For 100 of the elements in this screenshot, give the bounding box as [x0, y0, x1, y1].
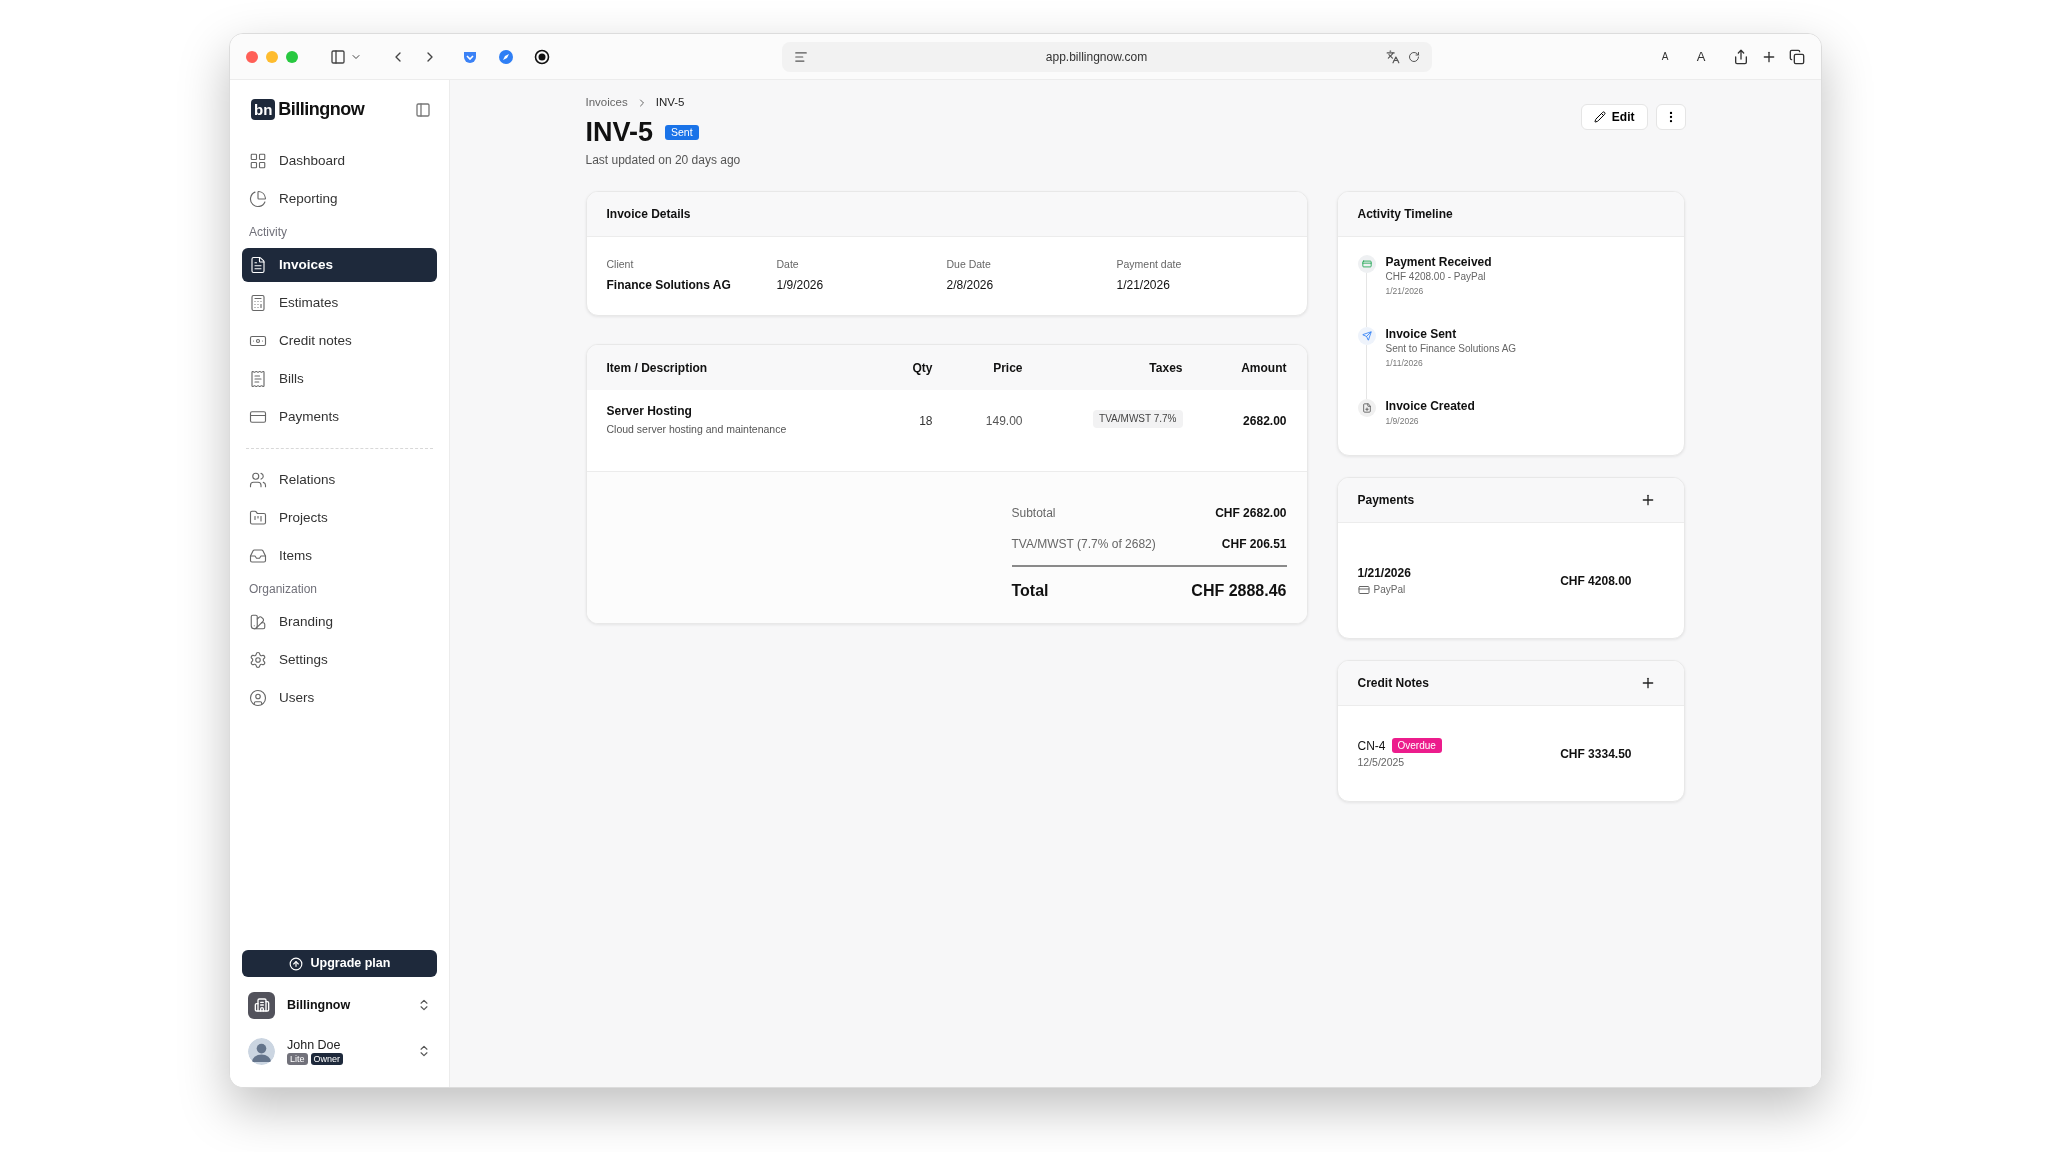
nav-item[interactable]: Settings: [242, 643, 437, 677]
document-icon: [249, 256, 267, 274]
event-title: Invoice Created: [1385, 399, 1475, 415]
nav-item[interactable]: Relations: [242, 463, 437, 497]
inbox-icon: [249, 547, 267, 565]
event-title: Payment Received: [1385, 255, 1492, 271]
breadcrumb-link[interactable]: INV-5: [655, 94, 685, 112]
column-header: Taxes: [1148, 359, 1183, 377]
field-value: 1/9/2026: [776, 277, 825, 294]
upgrade-icon: [288, 956, 303, 971]
folder-icon: [249, 509, 267, 527]
close-window-button[interactable]: [246, 50, 258, 63]
address-bar[interactable]: app.billingnow.com: [781, 41, 1432, 72]
nav-item[interactable]: Payments: [242, 400, 437, 434]
field-value: 2/8/2026: [946, 277, 995, 294]
nav-item[interactable]: Reporting: [242, 182, 437, 216]
tax-badge: TVA/MWST 7.7%: [1093, 410, 1183, 429]
user-name: John Doe: [287, 1037, 342, 1053]
nav-item[interactable]: Branding: [242, 605, 437, 639]
field-value: Finance Solutions AG: [606, 277, 732, 294]
pie-chart-icon: [249, 190, 267, 208]
translate-icon[interactable]: [1385, 49, 1400, 64]
nav-item[interactable]: Credit notes: [242, 324, 437, 358]
edit-button[interactable]: Edit: [1580, 104, 1648, 130]
column-header: Price: [992, 359, 1023, 377]
payment-method: PayPal: [1373, 583, 1406, 598]
column-header: Qty: [911, 359, 933, 377]
nav-section-heading: Organization: [248, 581, 319, 598]
nav-item[interactable]: Projects: [242, 501, 437, 535]
event-detail: CHF 4208.00 - PayPal: [1385, 270, 1487, 285]
credit-note-amount: CHF 3334.50: [1560, 745, 1632, 763]
role-badge: Owner: [310, 1052, 344, 1065]
text-size-button[interactable]: A: [1653, 44, 1677, 69]
url-text: app.billingnow.com: [1044, 48, 1149, 66]
card-title: Invoice Details: [606, 206, 691, 224]
card-title: Credit Notes: [1357, 675, 1429, 693]
text-size-button[interactable]: A: [1689, 44, 1713, 69]
totals-value: CHF 206.51: [1221, 535, 1287, 553]
nav-item[interactable]: Items: [242, 539, 437, 573]
item-name: Server Hosting: [606, 403, 693, 421]
record-icon[interactable]: [534, 48, 550, 65]
column-header: Amount: [1240, 359, 1287, 377]
card-title: Activity Timeline: [1357, 206, 1453, 224]
nav-item[interactable]: Estimates: [242, 286, 437, 320]
sidebar-toggle-icon[interactable]: [330, 48, 346, 65]
people-icon: [249, 471, 267, 489]
card-icon: [1357, 255, 1376, 274]
credit-note-number: CN-4: [1357, 737, 1386, 755]
nav-item[interactable]: Users: [242, 681, 437, 715]
avatar[interactable]: [248, 1037, 275, 1065]
table-cell-text: 18: [918, 413, 933, 431]
calculator-icon: [249, 294, 267, 312]
compass-icon[interactable]: [498, 48, 514, 65]
event-title: Invoice Sent: [1385, 327, 1458, 343]
event-detail: Sent to Finance Solutions AG: [1385, 342, 1517, 357]
nav-section-heading: Activity: [248, 224, 288, 241]
last-updated-text: Last updated on 20 days ago: [585, 152, 741, 170]
user-circle-icon: [249, 689, 267, 707]
field-label: Client: [606, 257, 635, 273]
settings-icon: [249, 651, 267, 669]
event-date: 1/21/2026: [1385, 285, 1425, 299]
table-cell-text: 2682.00: [1242, 413, 1287, 431]
credit-card-icon: [1357, 583, 1370, 596]
field-label: Due Date: [946, 257, 992, 273]
field-label: Payment date: [1116, 257, 1183, 273]
tabs-overview-icon[interactable]: [1789, 48, 1805, 65]
nav-item[interactable]: Dashboard: [242, 144, 437, 178]
upgrade-plan-button[interactable]: Upgrade plan: [242, 950, 437, 977]
table-cell-text: 149.00: [984, 413, 1023, 431]
event-date: 1/11/2026: [1385, 357, 1424, 371]
brand-name: Billingnow: [278, 98, 365, 121]
reload-icon[interactable]: [1407, 50, 1420, 63]
credit-note-date: 12/5/2025: [1357, 754, 1406, 770]
nav-item[interactable]: Invoices: [242, 248, 437, 282]
building-icon: [248, 991, 275, 1019]
grid-icon: [249, 152, 267, 170]
invoice-title: INV-5: [585, 116, 654, 150]
credit-card-icon: [249, 408, 267, 426]
share-icon[interactable]: [1733, 48, 1749, 65]
field-label: Date: [776, 257, 800, 273]
total-label: Total: [1011, 581, 1049, 602]
status-badge: Sent: [665, 124, 699, 140]
page-menu-icon[interactable]: [793, 49, 808, 64]
event-date: 1/9/2026: [1385, 415, 1420, 429]
swatch-icon: [249, 613, 267, 631]
totals-label: TVA/MWST (7.7% of 2682): [1011, 535, 1156, 553]
payment-date: 1/21/2026: [1357, 565, 1411, 583]
workspace-switcher[interactable]: Billingnow: [242, 983, 437, 1027]
totals-value: CHF 2682.00: [1215, 504, 1287, 522]
breadcrumb-link[interactable]: Invoices: [585, 94, 628, 112]
pencil-icon: [1593, 111, 1606, 123]
field-value: 1/21/2026: [1116, 277, 1171, 294]
card-title: Payments: [1357, 492, 1415, 510]
item-description: Cloud server hosting and maintenance: [606, 422, 788, 438]
sidebar-collapse-icon[interactable]: [415, 101, 431, 118]
role-badge: Lite: [287, 1052, 308, 1065]
column-header: Item / Description: [606, 359, 709, 377]
receipt-icon: [249, 370, 267, 388]
nav-item[interactable]: Bills: [242, 362, 437, 396]
send-icon: [1357, 327, 1376, 346]
